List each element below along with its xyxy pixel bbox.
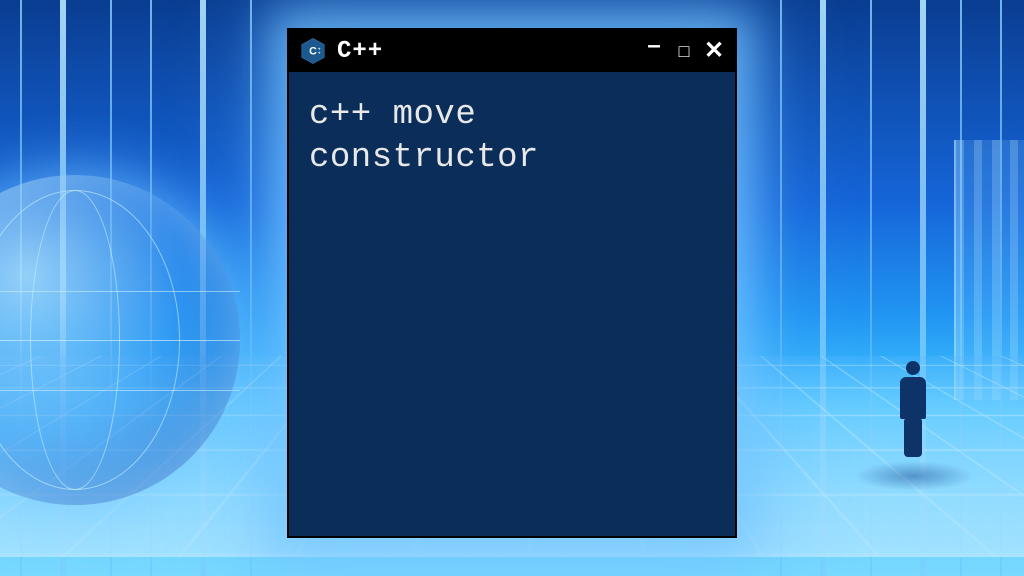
cpp-icon: C + + <box>299 37 327 65</box>
minimize-button[interactable]: – <box>643 34 665 58</box>
figure-shadow <box>854 461 974 491</box>
close-button[interactable]: ✕ <box>703 39 725 63</box>
window-controls: – □ ✕ <box>643 39 725 63</box>
window-title: C++ <box>337 38 383 65</box>
svg-text:C: C <box>309 45 317 57</box>
terminal-line-1: c++ move <box>309 94 715 137</box>
terminal-line-2: constructor <box>309 137 715 180</box>
maximize-button[interactable]: □ <box>673 42 695 60</box>
terminal-window: C + + C++ – □ ✕ c++ move constructor <box>287 28 737 538</box>
svg-text:+: + <box>318 50 321 55</box>
terminal-content: c++ move constructor <box>289 72 735 201</box>
window-titlebar[interactable]: C + + C++ – □ ✕ <box>289 30 735 72</box>
standing-figure <box>897 361 929 456</box>
